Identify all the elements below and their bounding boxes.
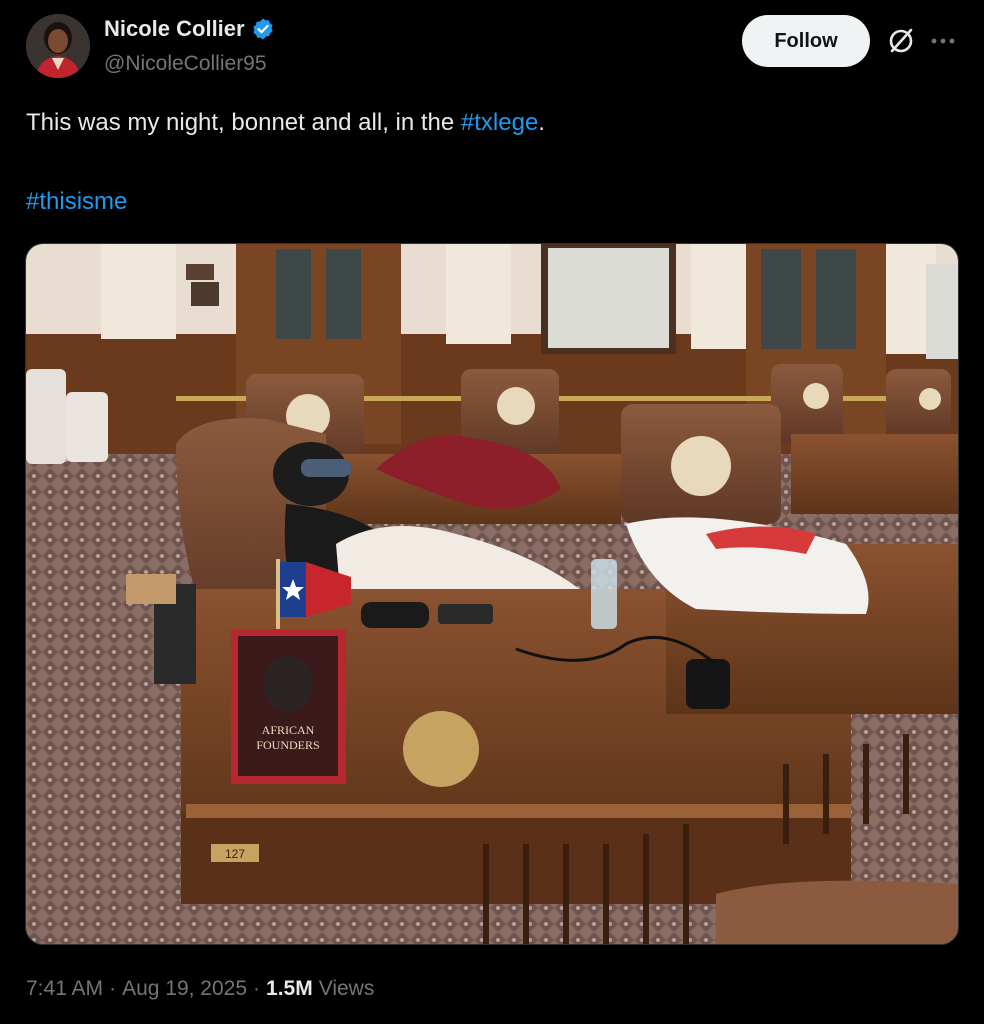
hashtag-thisisme[interactable]: #thisisme [26,186,127,218]
more-options-icon[interactable] [926,24,960,58]
tweet-meta: 7:41 AM · Aug 19, 2025 · 1.5M Views [26,977,374,1001]
photo-illustration: AFRICAN FOUNDERS 127 [26,244,958,944]
tweet-photo[interactable]: AFRICAN FOUNDERS 127 [25,243,959,945]
tweet-text-before: This was my night, bonnet and all, in th… [26,109,461,136]
book-title-line2: FOUNDERS [256,738,319,752]
avatar[interactable] [26,14,90,78]
separator-dot: · [253,977,261,1000]
author-name[interactable]: Nicole Collier [104,16,245,42]
verified-badge-icon [252,18,273,40]
hashtag-txlege[interactable]: #txlege [461,109,538,136]
desk-plate-number: 127 [225,847,245,861]
book-title-line1: AFRICAN [262,723,315,737]
views-label: Views [318,977,375,1000]
views-count: 1.5M [266,977,313,1000]
tweet-time[interactable]: 7:41 AM [26,977,103,1001]
follow-button[interactable]: Follow [742,15,870,67]
avatar-image [26,14,90,78]
tweet-text-after: . [538,109,545,136]
author-handle[interactable]: @NicoleCollier95 [104,52,267,76]
author-name-row[interactable]: Nicole Collier [104,16,275,42]
tweet-text: This was my night, bonnet and all, in th… [26,107,946,139]
grok-icon[interactable] [884,24,918,58]
tweet-date[interactable]: Aug 19, 2025 [122,977,247,1001]
separator-dot: · [109,977,117,1000]
